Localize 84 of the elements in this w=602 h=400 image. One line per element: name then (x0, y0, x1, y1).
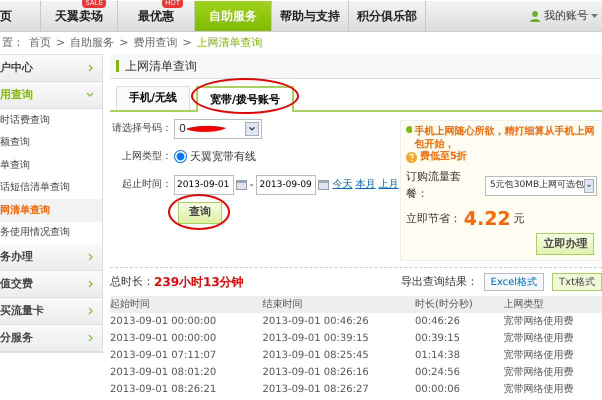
column-header: 结束时间 (262, 296, 416, 313)
sidebar-section[interactable]: 务办理 (0, 244, 102, 271)
sidebar-section[interactable]: 值交费 (0, 271, 102, 298)
breadcrumb-separator: > (182, 34, 192, 51)
chevron-down-icon (86, 92, 94, 98)
breadcrumb-link[interactable]: 自助服务 (70, 34, 114, 52)
chevron-right-icon (88, 334, 94, 342)
date-field[interactable]: 2013-09-09 (256, 174, 316, 195)
query-button[interactable]: 查询 (178, 202, 222, 224)
table-cell-text: 2013-09-01 00:39:15 (262, 332, 370, 346)
column-header: 上网类型 (504, 296, 602, 313)
nav-tab[interactable]: 页 (0, 1, 41, 31)
currency-unit: 元 (513, 210, 524, 227)
chevron-right-icon (88, 280, 94, 288)
breadcrumb-label: 置： (2, 34, 24, 51)
summary-label: 总时长： (110, 274, 154, 290)
sidebar-section[interactable]: 分服务 (0, 325, 102, 352)
nav-tab[interactable]: 积分俱乐部 (349, 1, 426, 31)
table-cell: 01:14:38 (415, 346, 504, 364)
breadcrumb-link[interactable]: 费用查询 (133, 34, 178, 52)
calendar-icon (318, 179, 330, 190)
tab[interactable]: 手机/无线 (116, 86, 190, 110)
table-cell: 00:46:26 (415, 312, 504, 330)
table-cell-text: 2013-09-01 07:11:07 (110, 348, 218, 363)
table-cell-text: 2013-09-01 08:26:27 (262, 382, 370, 397)
promo-text: 费低至5折 (420, 151, 467, 164)
promo-text: 手机上网随心所欲，精打细算从手机上网包开始， (414, 126, 596, 150)
date-field[interactable]: 2013-09-01 (174, 174, 234, 195)
table-cell: 00:24:56 (415, 364, 504, 381)
saving-amount: 4.22 (464, 206, 511, 232)
dropdown-icon (584, 178, 594, 192)
field-label: 订购流量套餐： (406, 169, 462, 202)
table-cell-text: 2013-09-01 08:26:21 (110, 382, 218, 397)
date-link[interactable]: 本月 (355, 177, 376, 192)
table-cell-text: 宽带网络使用费 (504, 366, 575, 380)
panel-title: 上网清单查询 (125, 58, 197, 75)
table-cell: 00:00:06 (415, 380, 504, 398)
sidebar-section[interactable]: 买流量卡 (0, 298, 102, 325)
export-button[interactable]: Excel格式 (484, 273, 544, 291)
breadcrumb-link[interactable]: 首页 (29, 34, 51, 52)
field-label: 上网类型： (121, 150, 173, 164)
total-duration: 239小时13分钟 (154, 274, 244, 291)
chevron-right-icon (88, 253, 94, 261)
tab[interactable]: 宽带/拨号账号 (196, 86, 294, 112)
radio-label: 天翼宽带有线 (190, 148, 256, 164)
dropdown-icon (245, 122, 259, 136)
table-cell: 宽带网络使用费 (504, 312, 602, 330)
chevron-right-icon (88, 307, 94, 315)
nav-tab[interactable]: 帮助与支持 (272, 1, 349, 31)
title-marker-icon (116, 60, 119, 72)
calendar-icon (236, 179, 247, 190)
apply-button[interactable]: 立即办理 (536, 233, 594, 256)
field-label: 起止时间： (121, 178, 173, 192)
table-cell-text: 宽带网络使用费 (504, 332, 575, 346)
table-cell-text: 宽带网络使用费 (504, 348, 575, 363)
package-select[interactable]: 5元包30MB上网可选包 (485, 176, 597, 196)
table-cell: 2013-09-01 00:00:00 (110, 312, 263, 330)
column-header: 时长(时分秒) (415, 296, 504, 313)
redaction-mark (186, 124, 226, 133)
field-label: 立即节省： (406, 210, 461, 227)
date-link[interactable]: 今天 (332, 177, 352, 192)
date-link[interactable]: 上月 (378, 177, 398, 192)
date-separator: - (250, 176, 254, 192)
table-cell-text: 2013-09-01 08:26:16 (262, 366, 370, 380)
caret-icon (591, 14, 598, 18)
sidebar-section[interactable]: 户中心 (0, 55, 102, 82)
table-cell-text: 宽带网络使用费 (504, 382, 575, 397)
account-link[interactable]: 我的账号 (544, 8, 588, 24)
table-cell-text: 2013-09-01 08:25:45 (262, 348, 370, 363)
user-icon (529, 10, 541, 22)
field-label: 请选择号码： (111, 122, 173, 136)
export-label: 导出查询结果： (401, 274, 478, 290)
number-select[interactable]: 0 (174, 118, 262, 139)
table-cell: 00:39:15 (415, 330, 504, 347)
export-button[interactable]: Txt格式 (552, 273, 602, 291)
breadcrumb-separator: > (119, 34, 128, 51)
breadcrumb-separator: > (56, 34, 66, 51)
column-header: 起始时间 (110, 296, 263, 313)
chevron-right-icon (88, 64, 94, 72)
table-cell: 2013-09-01 00:46:26 (262, 312, 416, 330)
help-icon (406, 152, 417, 163)
radio-button[interactable] (174, 150, 187, 164)
table-cell-text: 2013-09-01 00:00:00 (110, 332, 218, 346)
table-cell-text: 2013-09-01 08:01:20 (110, 366, 218, 380)
